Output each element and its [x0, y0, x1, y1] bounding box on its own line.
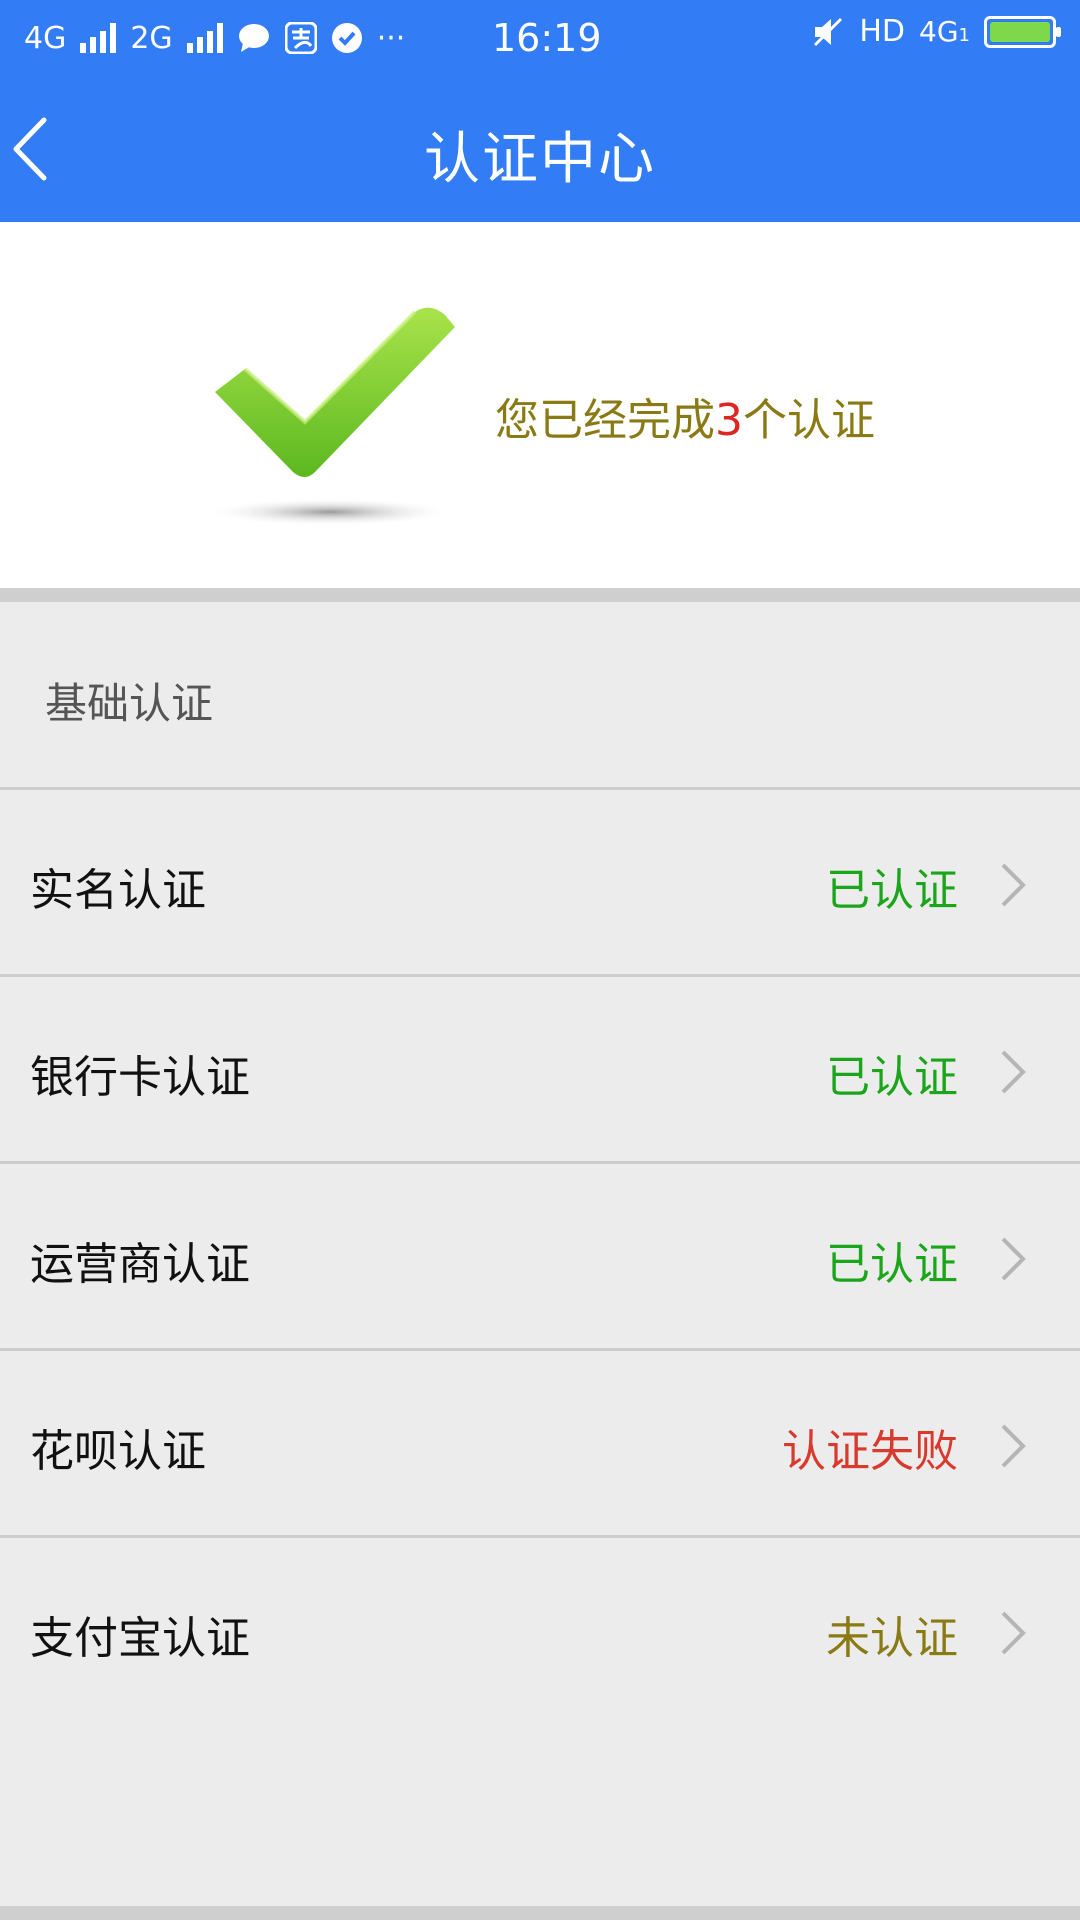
battery-fill [990, 21, 1050, 42]
list-item-carrier[interactable]: 运营商认证 已认证 [0, 1161, 1080, 1348]
item-status: 已认证 [826, 1052, 958, 1103]
list-item-real-name[interactable]: 实名认证 已认证 [0, 787, 1080, 974]
completed-count: 3 [715, 395, 743, 446]
status-bar: 4G 2G ··· 16:19 HD 4G1 [0, 0, 1080, 76]
list-item-alipay[interactable]: 支付宝认证 未认证 [0, 1535, 1080, 1722]
chevron-right-icon [1001, 1050, 1026, 1094]
list-item-huabei[interactable]: 花呗认证 认证失败 [0, 1348, 1080, 1535]
item-label: 实名认证 [30, 865, 206, 916]
network-label-2: 2G [130, 20, 173, 56]
list-item-bank-card[interactable]: 银行卡认证 已认证 [0, 974, 1080, 1161]
summary-text-before: 您已经完成 [495, 395, 715, 446]
signal-icon-2 [186, 23, 223, 53]
summary-card: 您已经完成3个认证 [0, 222, 1080, 588]
more-notifications: ··· [376, 20, 406, 56]
chevron-right-icon [1001, 1237, 1026, 1281]
item-status: 认证失败 [782, 1426, 958, 1477]
chevron-right-icon [1001, 863, 1026, 907]
verification-list: 实名认证 已认证 银行卡认证 已认证 运营商认证 已认证 花呗认证 认证失败 支… [0, 787, 1080, 1722]
chevron-right-icon [1001, 1424, 1026, 1468]
bottom-divider [0, 1906, 1080, 1920]
check-circle-icon [331, 23, 362, 53]
chevron-right-icon [1001, 1611, 1026, 1655]
item-status: 已认证 [826, 865, 958, 916]
network-right-sub: 1 [958, 25, 970, 46]
nav-bar: 认证中心 [0, 76, 1080, 222]
item-label: 运营商认证 [30, 1239, 250, 1290]
status-left: 4G 2G ··· [24, 21, 405, 56]
summary-text: 您已经完成3个认证 [495, 384, 875, 448]
network-right-text: 4G [919, 15, 959, 48]
signal-icon-1 [80, 23, 117, 53]
section-title: 基础认证 [45, 679, 214, 728]
network-label-right: 4G1 [919, 15, 970, 48]
status-right: HD 4G1 [811, 14, 1061, 49]
hd-label: HD [859, 14, 906, 49]
item-status: 已认证 [826, 1239, 958, 1290]
item-status: 未认证 [826, 1613, 958, 1664]
page-title: 认证中心 [424, 127, 656, 192]
section-divider [0, 588, 1080, 602]
battery-icon [984, 15, 1061, 48]
item-label: 支付宝认证 [30, 1613, 250, 1664]
chat-icon [238, 24, 269, 52]
network-label-1: 4G [24, 20, 67, 56]
alipay-icon [284, 22, 317, 54]
item-label: 花呗认证 [30, 1426, 206, 1477]
mute-icon [814, 17, 843, 46]
status-time: 16:19 [492, 16, 602, 60]
checkmark-icon [205, 307, 455, 526]
summary-text-after: 个认证 [743, 395, 875, 446]
item-label: 银行卡认证 [30, 1052, 250, 1103]
